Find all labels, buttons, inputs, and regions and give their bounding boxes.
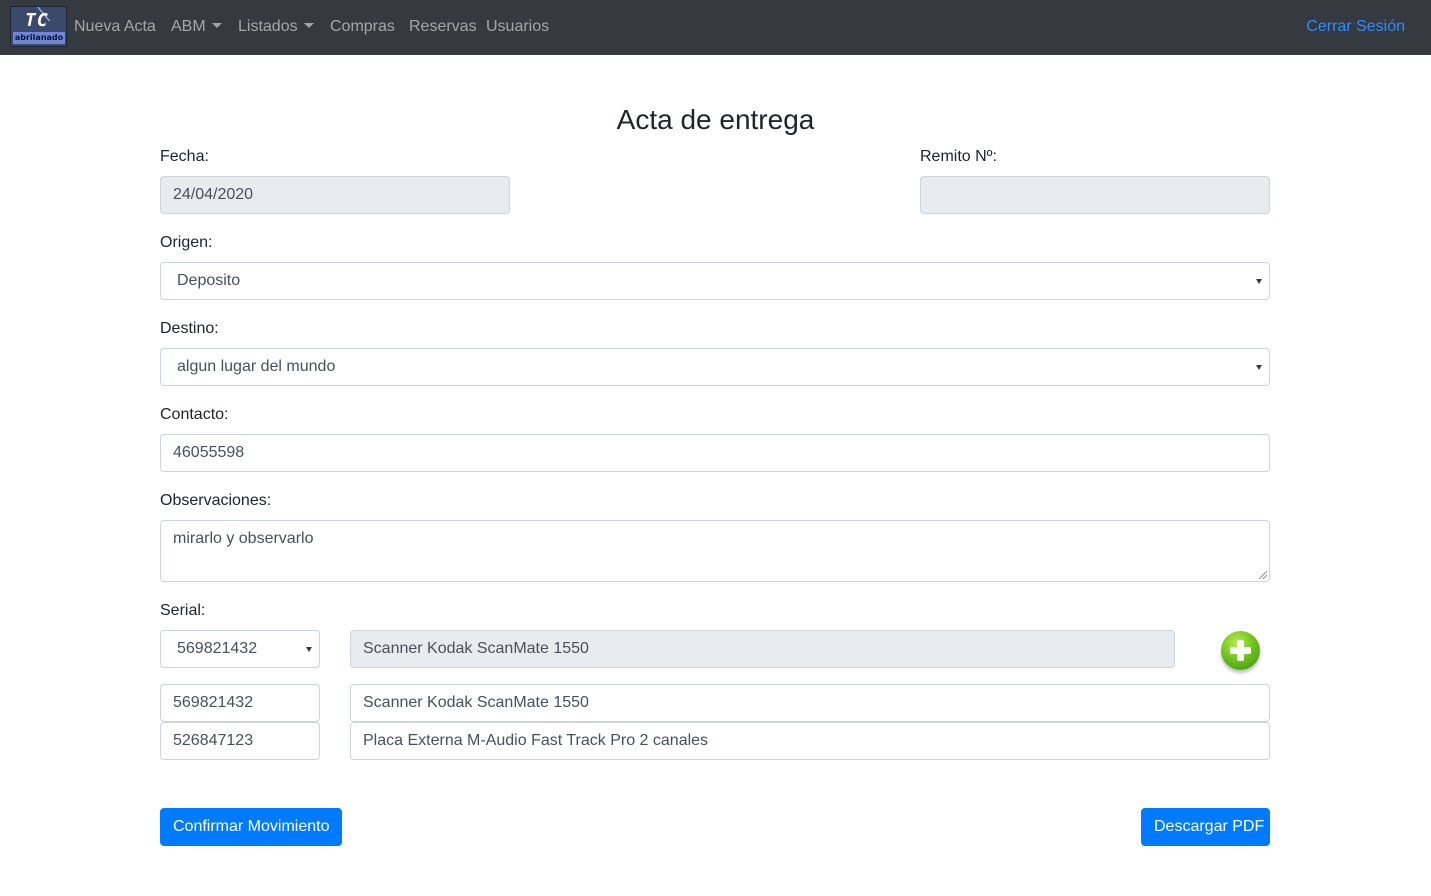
contacto-label: Contacto:	[160, 406, 229, 423]
observaciones-label: Observaciones:	[160, 492, 272, 509]
nav-listados-dropdown[interactable]: Listados	[238, 17, 314, 37]
download-pdf-button[interactable]: Descargar PDF	[1141, 808, 1270, 846]
plus-circle-icon[interactable]	[1221, 631, 1260, 670]
contacto-field[interactable]: 46055598	[160, 434, 1270, 472]
destino-label: Destino:	[160, 320, 219, 337]
nav-abm-dropdown[interactable]: ABM	[171, 17, 222, 37]
serial-selected-value: 569821432	[177, 640, 258, 657]
fecha-label: Fecha:	[160, 148, 209, 165]
fecha-field[interactable]: 24/04/2020	[160, 176, 510, 214]
remito-label: Remito Nº:	[920, 148, 997, 165]
remito-field[interactable]	[920, 176, 1270, 214]
origen-label: Origen:	[160, 234, 213, 251]
brand-text: TC	[25, 10, 49, 31]
caret-down-icon	[1256, 279, 1262, 284]
logout-link[interactable]: Cerrar Sesión	[1306, 17, 1405, 37]
caret-down-icon	[303, 23, 314, 28]
origen-select[interactable]: Deposito	[160, 262, 1270, 300]
origen-selected-value: Deposito	[177, 272, 241, 289]
serial-select[interactable]: 569821432	[160, 630, 320, 668]
confirm-movement-button[interactable]: Confirmar Movimiento	[160, 808, 343, 846]
destino-select[interactable]: algun lugar del mundo	[160, 348, 1270, 386]
item-serial-field[interactable]: 569821432	[160, 684, 320, 722]
observaciones-textarea[interactable]: mirarlo y observarlo	[160, 520, 1270, 582]
navbar: TC abrilanado Nueva Acta ABM Listados Co…	[0, 0, 1431, 55]
page-title: Acta de entrega	[616, 104, 815, 135]
caret-down-icon	[1256, 365, 1262, 370]
serial-description-field[interactable]: Scanner Kodak ScanMate 1550	[350, 630, 1175, 668]
brand-logo[interactable]: TC abrilanado	[10, 6, 67, 47]
serial-label: Serial:	[160, 602, 206, 619]
brand-subtext: abrilanado	[13, 32, 65, 44]
caret-down-icon	[306, 647, 312, 652]
observaciones-text: mirarlo y observarlo	[173, 530, 314, 547]
item-description-field[interactable]: Placa Externa M-Audio Fast Track Pro 2 c…	[350, 722, 1270, 760]
item-serial-field[interactable]: 526847123	[160, 722, 320, 760]
resize-handle-icon[interactable]	[1259, 571, 1267, 579]
nav-nueva-acta[interactable]: Nueva Acta	[74, 17, 156, 37]
nav-usuarios[interactable]: Usuarios	[486, 17, 549, 37]
caret-down-icon	[211, 23, 222, 28]
item-description-field[interactable]: Scanner Kodak ScanMate 1550	[350, 684, 1270, 722]
nav-reservas[interactable]: Reservas	[409, 17, 477, 37]
destino-selected-value: algun lugar del mundo	[177, 358, 336, 375]
nav-compras[interactable]: Compras	[330, 17, 395, 37]
